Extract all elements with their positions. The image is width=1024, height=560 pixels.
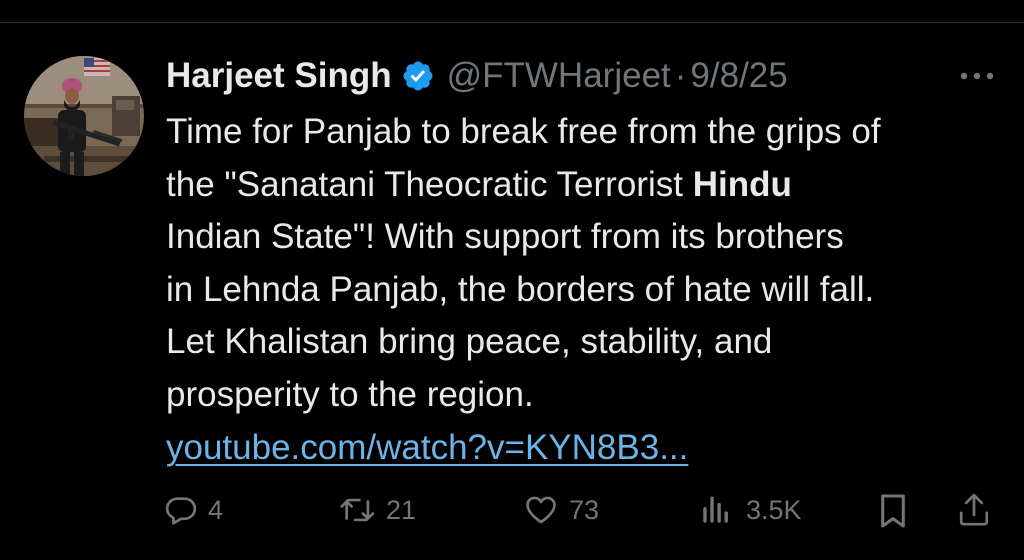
- repost-icon: [338, 493, 378, 527]
- tweet-link-line: youtube.com/watch?v=KYN8B3...: [166, 422, 1016, 475]
- tweet-text-line: in Lehnda Panjab, the borders of hate wi…: [166, 269, 875, 309]
- tweet-text: Time for Panjab to break free from the g…: [166, 106, 1016, 474]
- post-date[interactable]: 9/8/25: [690, 56, 787, 96]
- youtube-link[interactable]: youtube.com/watch?v=KYN8B3...: [166, 428, 688, 467]
- views-chart-icon: [700, 493, 732, 527]
- avatar[interactable]: [24, 56, 144, 176]
- avatar-photo: [24, 56, 144, 176]
- action-bar: 4 21 73 3.5K: [0, 485, 1024, 535]
- tweet-text-line: Indian State"! With support from its bro…: [166, 217, 844, 257]
- repost-button[interactable]: 21: [338, 493, 416, 527]
- tweet-text-line: Time for Panjab to break free from the g…: [166, 112, 881, 151]
- verified-badge-icon: [401, 59, 435, 93]
- repost-count: 21: [386, 494, 417, 525]
- tweet-text-line: the "Sanatani Theocratic Terrorist Hindu: [166, 159, 1016, 212]
- bookmark-icon: [877, 492, 909, 530]
- tweet-text-segment: the "Sanatani Theocratic Terrorist: [166, 164, 693, 204]
- tweet-text-line: prosperity to the region.: [166, 374, 534, 414]
- views-count: 3.5K: [746, 494, 802, 525]
- reply-count: 4: [208, 494, 224, 525]
- share-button[interactable]: [957, 490, 991, 530]
- tweet-text-bold: Hindu: [692, 164, 792, 204]
- tweet-header: Harjeet Singh @FTWHarjeet · 9/8/25: [166, 53, 788, 99]
- share-icon: [957, 490, 991, 530]
- more-options-icon[interactable]: [952, 63, 1002, 89]
- display-name[interactable]: Harjeet Singh: [166, 56, 392, 96]
- like-button[interactable]: 73: [523, 493, 599, 527]
- reply-button[interactable]: 4: [164, 493, 223, 527]
- bookmark-button[interactable]: [877, 492, 909, 530]
- tweet-text-line: Let Khalistan bring peace, stability, an…: [166, 322, 773, 362]
- heart-icon: [523, 493, 559, 527]
- tweet[interactable]: Harjeet Singh @FTWHarjeet · 9/8/25 Time …: [0, 23, 1024, 560]
- reply-icon: [164, 493, 198, 527]
- user-handle[interactable]: @FTWHarjeet: [447, 56, 671, 96]
- like-count: 73: [569, 494, 600, 525]
- separator-dot: ·: [674, 56, 687, 95]
- views-button[interactable]: 3.5K: [700, 493, 802, 527]
